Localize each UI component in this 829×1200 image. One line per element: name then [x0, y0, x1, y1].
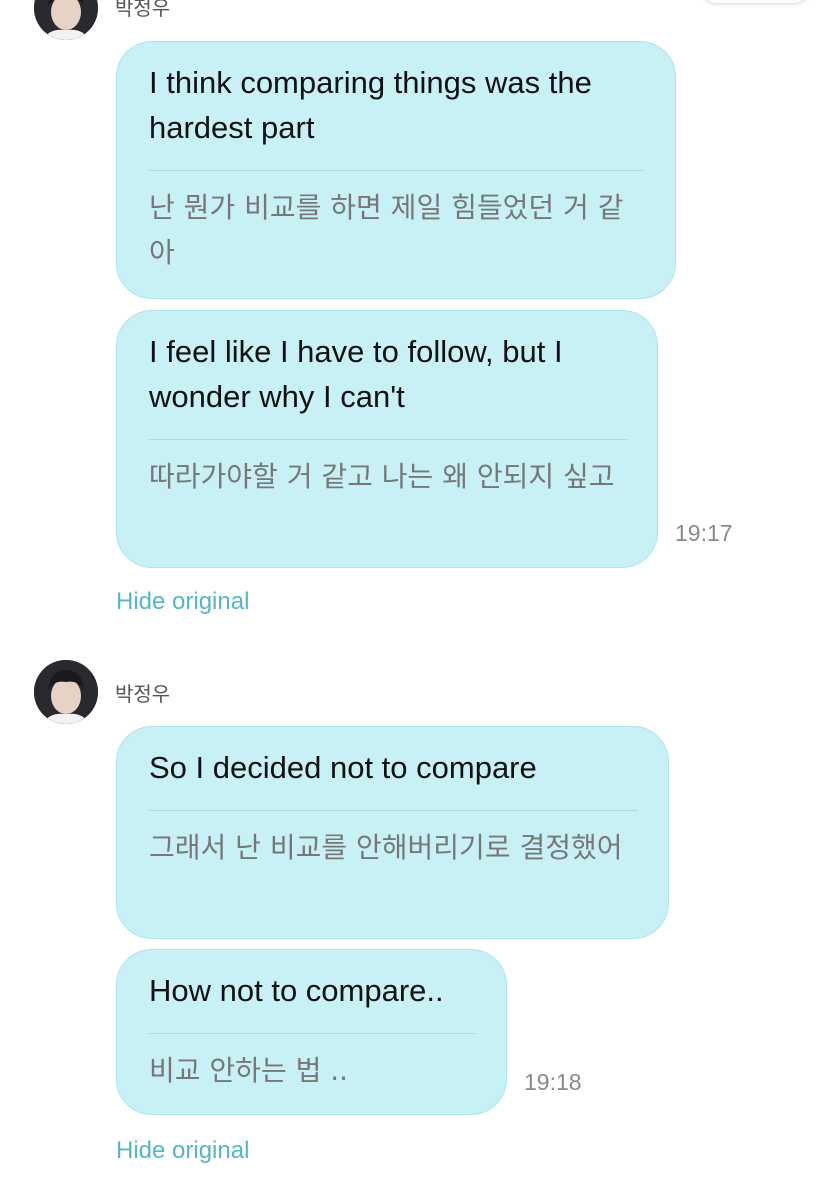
message-bubble[interactable]: So I decided not to compare 그래서 난 비교를 안해… — [116, 726, 669, 939]
original-text: 따라가야할 거 같고 나는 왜 안되지 싶고 — [149, 460, 615, 493]
message-bubble[interactable]: I feel like I have to follow, but I wond… — [116, 310, 658, 568]
translated-text: So I decided not to compare — [149, 750, 537, 785]
avatar[interactable] — [34, 0, 98, 40]
message-bubble[interactable]: How not to compare.. 비교 안하는 법 .. — [116, 949, 507, 1115]
message-bubble[interactable]: I think comparing things was the hardest… — [116, 41, 676, 299]
original-text: 난 뭔가 비교를 하면 제일 힘들었던 거 같아 — [149, 191, 624, 269]
original-text: 비교 안하는 법 .. — [149, 1054, 349, 1087]
hide-original-link[interactable]: Hide original — [116, 588, 249, 616]
translated-text: How not to compare.. — [149, 973, 444, 1008]
message-timestamp: 19:17 — [675, 520, 733, 546]
avatar[interactable] — [34, 660, 98, 724]
message-timestamp: 19:18 — [524, 1069, 582, 1095]
hide-original-link[interactable]: Hide original — [116, 1137, 249, 1165]
translated-text: I think comparing things was the hardest… — [149, 65, 592, 145]
sender-name: 박정우 — [115, 0, 171, 20]
avatar-photo-icon — [34, 660, 98, 724]
translated-text: I feel like I have to follow, but I wond… — [149, 334, 563, 414]
top-right-button[interactable] — [700, 0, 810, 4]
sender-name: 박정우 — [115, 682, 171, 706]
original-text: 그래서 난 비교를 안해버리기로 결정했어 — [149, 831, 623, 864]
avatar-photo-icon — [34, 0, 98, 40]
